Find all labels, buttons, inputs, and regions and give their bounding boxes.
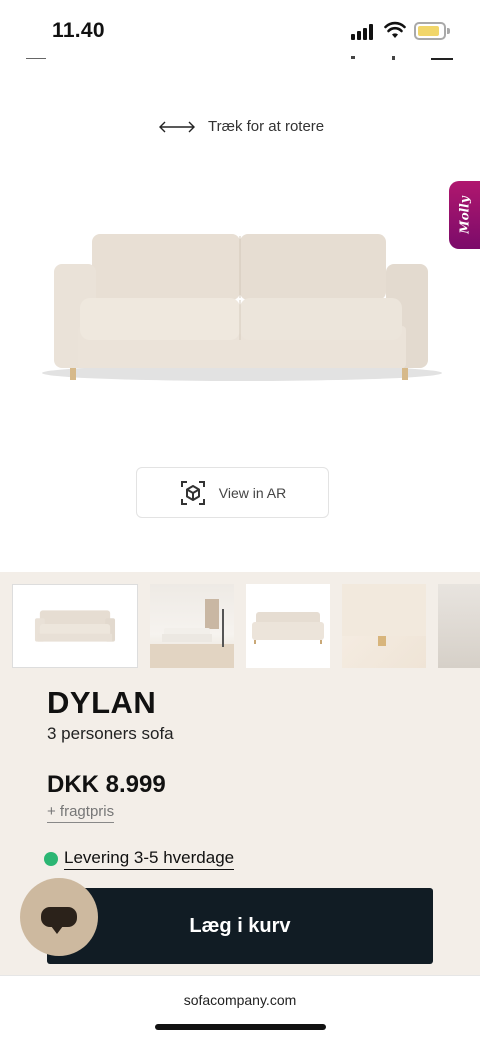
chat-bubble-icon	[41, 907, 77, 934]
product-subtitle: 3 personers sofa	[47, 724, 174, 743]
thumbnail-strip[interactable]	[12, 584, 480, 668]
delivery-text[interactable]: Levering 3-5 hverdage	[64, 848, 235, 870]
delivery-info[interactable]: Levering 3-5 hverdage	[44, 848, 235, 870]
view-in-ar-button[interactable]: View in AR	[136, 467, 329, 518]
sofa-thumbnail-image	[34, 610, 116, 642]
leg-thumbnail-image	[342, 584, 426, 646]
product-name: DYLAN	[47, 685, 157, 720]
molly-chat-tab[interactable]: Molly	[449, 181, 480, 249]
menu-icon-remnant[interactable]	[26, 58, 46, 59]
product-3d-viewer[interactable]: Træk for at rotere Molly View in AR	[0, 60, 480, 572]
double-arrow-icon	[159, 121, 195, 132]
room-thumbnail-image	[150, 599, 234, 668]
delivery-status-dot	[44, 852, 58, 866]
browser-url-bar[interactable]: sofacompany.com	[0, 975, 480, 1039]
home-indicator[interactable]	[155, 1024, 326, 1030]
add-to-cart-button[interactable]: Læg i kurv	[47, 888, 433, 964]
battery-icon	[414, 22, 446, 40]
rotate-hint: Træk for at rotere	[158, 118, 324, 135]
thumbnail-sofa-front[interactable]	[12, 584, 138, 668]
product-price: DKK 8.999	[47, 771, 166, 798]
molly-label: Molly	[457, 196, 472, 234]
signal-icon	[351, 24, 375, 40]
search-icon-remnant[interactable]	[351, 56, 355, 59]
wifi-icon	[384, 21, 406, 38]
angle-thumbnail-image	[252, 612, 324, 644]
freight-link[interactable]: + fragtpris	[47, 803, 115, 823]
thumbnail-sofa-room-partial[interactable]	[438, 584, 480, 668]
view-in-ar-label: View in AR	[218, 484, 287, 501]
status-bar: 11.40	[0, 0, 480, 60]
url-text[interactable]: sofacompany.com	[0, 992, 480, 1008]
ar-cube-icon	[180, 480, 205, 505]
battery-level	[418, 26, 439, 36]
thumbnail-sofa-leg[interactable]	[342, 584, 426, 668]
rotate-hint-text: Træk for at rotere	[208, 118, 325, 135]
status-time: 11.40	[52, 19, 105, 42]
battery-cap	[447, 28, 450, 34]
sofa-image[interactable]	[40, 228, 444, 388]
thumbnail-sofa-room[interactable]	[150, 584, 234, 668]
chat-button[interactable]	[20, 878, 98, 956]
thumbnail-sofa-angle[interactable]	[246, 584, 330, 668]
